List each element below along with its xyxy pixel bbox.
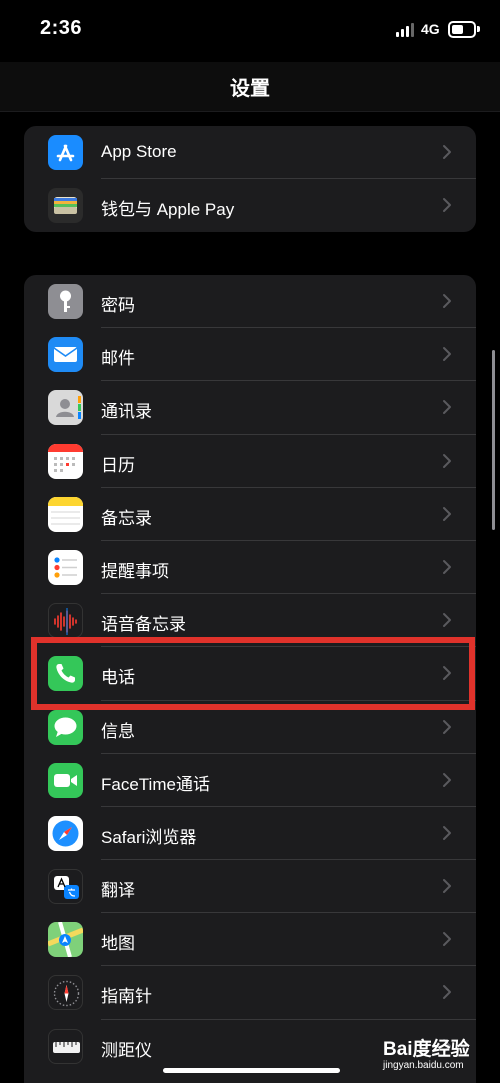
- chevron-right-icon: [443, 613, 451, 628]
- settings-row-label: 翻译: [101, 881, 135, 901]
- settings-row-label: 语音备忘录: [101, 615, 186, 635]
- calendar-icon: [48, 443, 83, 479]
- home-indicator[interactable]: [163, 1068, 340, 1073]
- chevron-right-icon: [443, 932, 451, 947]
- facetime-icon: [48, 762, 83, 798]
- chevron-right-icon: [443, 400, 451, 415]
- status-bar: 2:36 4G: [0, 0, 500, 62]
- app-store-icon: [48, 135, 83, 170]
- settings-row-label: 提醒事项: [101, 561, 169, 581]
- settings-row-contacts[interactable]: 通讯录: [24, 381, 476, 435]
- voice-memos-icon: [48, 603, 83, 639]
- settings-row-label: 地图: [101, 934, 135, 954]
- settings-row-mail[interactable]: 邮件: [24, 328, 476, 382]
- watermark-brand: Bai度经验: [383, 1039, 470, 1060]
- phone-row-highlight-box: [31, 637, 475, 710]
- chevron-right-icon: [443, 453, 451, 468]
- notes-icon: [48, 496, 83, 532]
- reminders-icon: [48, 549, 83, 585]
- baidu-jingyan-watermark: Bai度经验 jingyan.baidu.com: [383, 1028, 495, 1078]
- settings-screen: 2:36 4G 设置 App Store 钱包与 Apple Pay 密码 邮件…: [0, 0, 500, 1083]
- scroll-indicator[interactable]: [492, 350, 495, 530]
- settings-row-passwords[interactable]: 密码: [24, 275, 476, 329]
- settings-row-notes[interactable]: 备忘录: [24, 488, 476, 541]
- chevron-right-icon: [443, 879, 451, 894]
- settings-row-label: 邮件: [101, 349, 135, 369]
- battery-cap: [477, 26, 480, 32]
- contacts-icon: [48, 390, 83, 426]
- settings-row-label: 信息: [101, 721, 135, 741]
- settings-row-calendar[interactable]: 日历: [24, 435, 476, 488]
- status-time: 2:36: [40, 17, 83, 39]
- key-icon: [48, 284, 83, 319]
- settings-group-store: App Store 钱包与 Apple Pay: [24, 126, 476, 233]
- wallet-icon: [48, 188, 83, 224]
- settings-row-safari[interactable]: Safari浏览器: [24, 807, 476, 861]
- messages-icon: [48, 709, 83, 745]
- settings-row-label: 指南针: [101, 987, 152, 1007]
- cellular-signal-icon: [396, 23, 416, 37]
- settings-row-maps[interactable]: 地图: [24, 913, 476, 967]
- settings-row-label: 钱包与 Apple Pay: [101, 200, 235, 220]
- settings-row-label: 备忘录: [101, 508, 152, 528]
- settings-row-label: FaceTime通话: [101, 774, 210, 794]
- compass-icon: [48, 975, 83, 1011]
- navigation-bar: 设置: [0, 62, 500, 112]
- chevron-right-icon: [443, 825, 451, 840]
- settings-row-app-store[interactable]: App Store: [24, 126, 476, 180]
- chevron-right-icon: [443, 145, 451, 159]
- chevron-right-icon: [443, 772, 451, 787]
- measure-icon: [48, 1028, 83, 1064]
- chevron-right-icon: [443, 506, 451, 521]
- settings-row-translate[interactable]: 翻译: [24, 860, 476, 914]
- settings-row-compass[interactable]: 指南针: [24, 966, 476, 1020]
- settings-row-label: Safari浏览器: [101, 827, 197, 847]
- settings-row-reminders[interactable]: 提醒事项: [24, 541, 476, 595]
- maps-icon: [48, 922, 83, 958]
- settings-row-wallet[interactable]: 钱包与 Apple Pay: [24, 179, 476, 232]
- safari-icon: [48, 815, 83, 851]
- chevron-right-icon: [443, 347, 451, 362]
- chevron-right-icon: [443, 294, 451, 308]
- settings-row-label: 通讯录: [101, 402, 152, 422]
- page-title: 设置: [230, 78, 270, 100]
- chevron-right-icon: [443, 985, 451, 1000]
- chevron-right-icon: [443, 198, 451, 213]
- watermark-url: jingyan.baidu.com: [383, 1060, 464, 1071]
- settings-row-label: App Store: [101, 142, 177, 161]
- chevron-right-icon: [443, 719, 451, 734]
- settings-row-label: 日历: [101, 455, 135, 475]
- settings-row-label: 密码: [101, 296, 135, 315]
- network-type: 4G: [421, 21, 440, 37]
- mail-icon: [48, 337, 83, 373]
- chevron-right-icon: [443, 559, 451, 574]
- settings-row-facetime[interactable]: FaceTime通话: [24, 754, 476, 807]
- translate-icon: [48, 869, 83, 905]
- battery-icon: [448, 21, 476, 38]
- settings-row-label: 测距仪: [101, 1040, 152, 1060]
